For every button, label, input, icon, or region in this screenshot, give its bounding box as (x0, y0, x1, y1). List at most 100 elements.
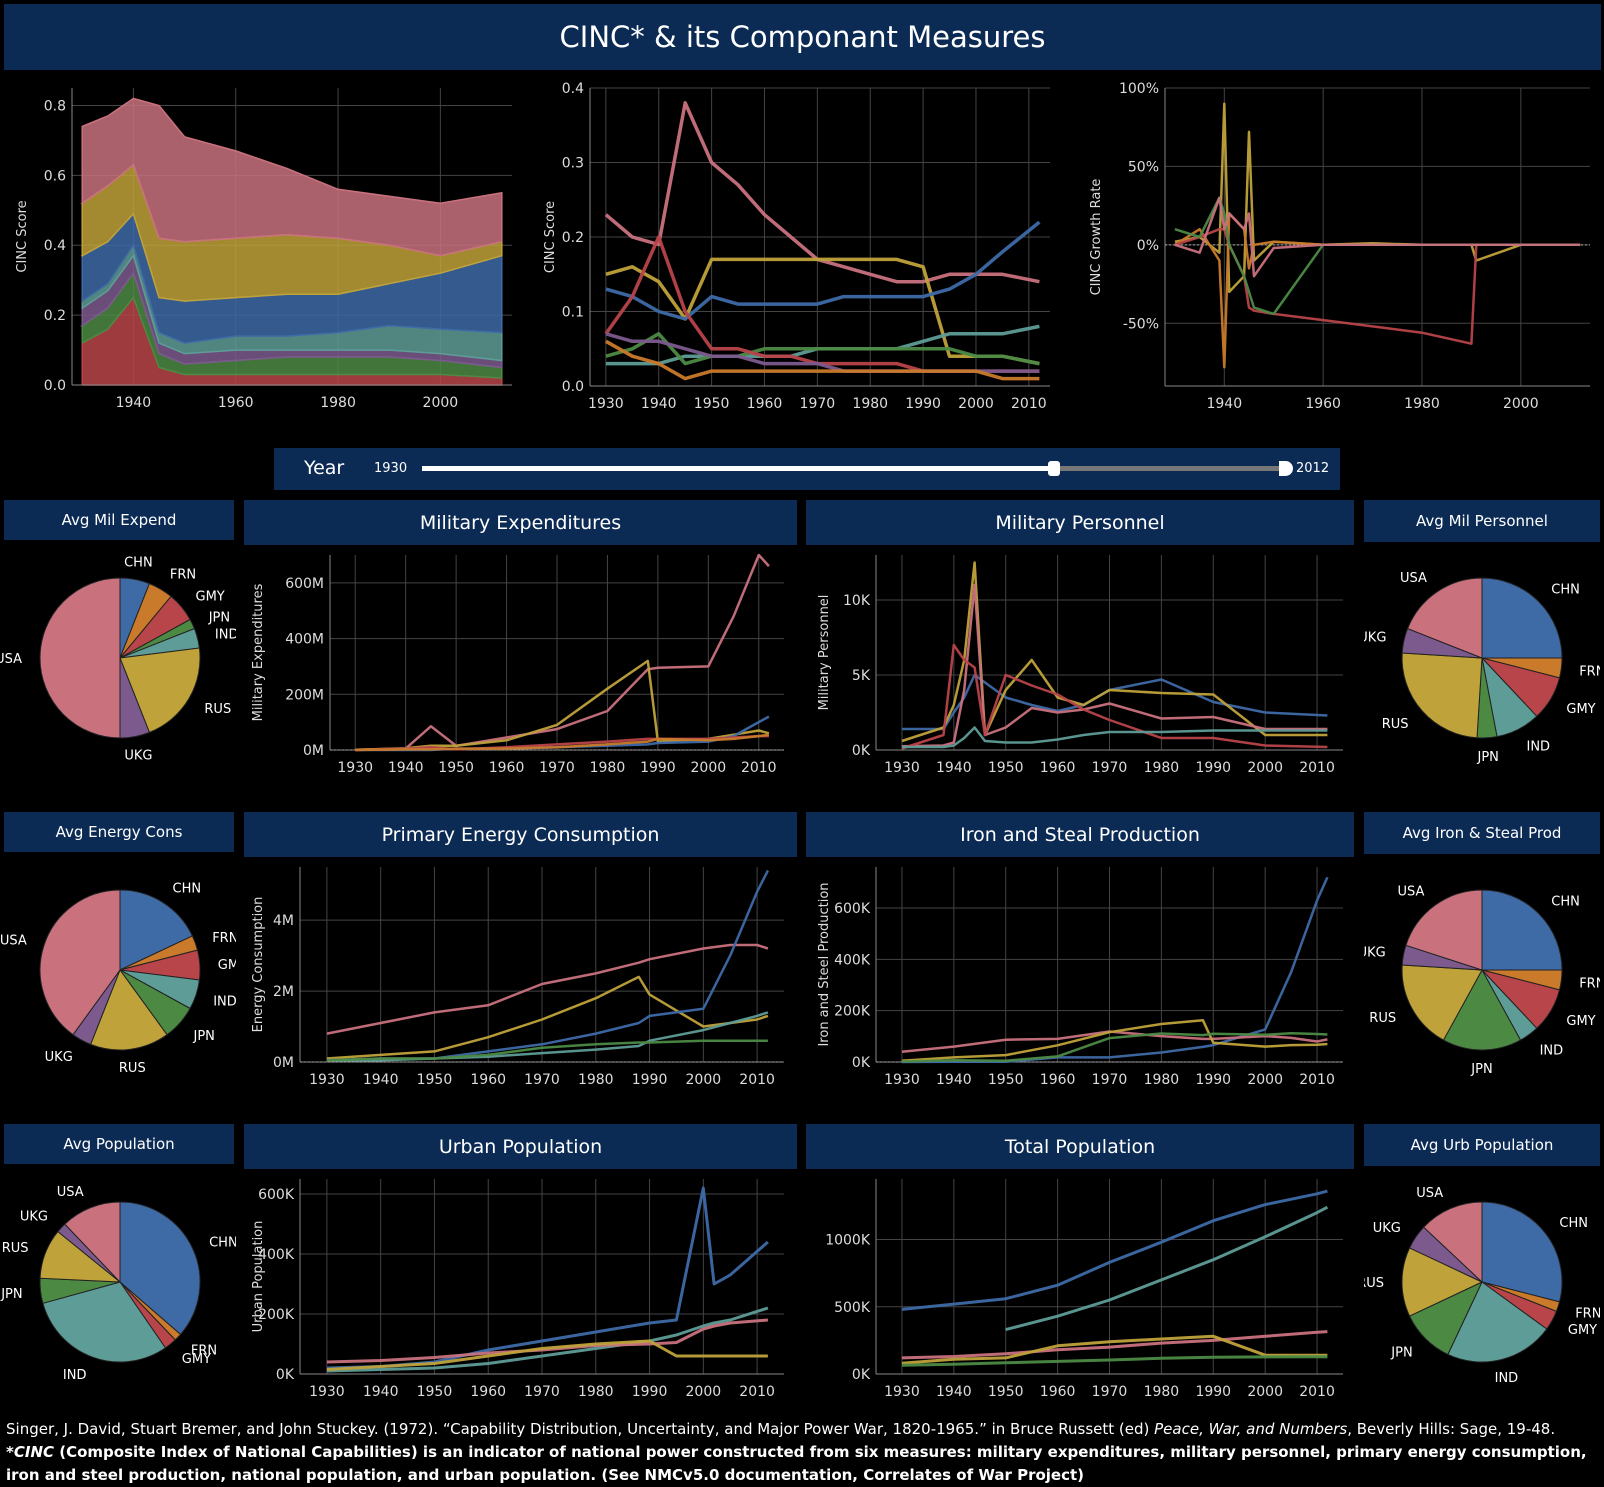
pie-label-jpn: JPN (0, 1287, 22, 1302)
urban-pop-chart: 1930 1940 1950 1960 1970 1980 1990 2000 20100K20… (251, 1179, 784, 1400)
dashboard-title: CINC* & its Componant Measures (4, 4, 1601, 70)
pie-label-rus: RUS (119, 1061, 146, 1076)
pie-label-chn: CHN (1551, 583, 1580, 598)
mil-expend-chart: 1930 1940 1950 1960 1970 1980 1990 2000 2010 0M 20… (251, 553, 784, 776)
x-tick-label: 2010 (1299, 760, 1335, 776)
x-tick-label: 2000 (423, 395, 459, 411)
y-tick-label: -50% (1123, 316, 1159, 332)
y-axis-title: Iron and Steel Production (817, 882, 832, 1046)
pie-label-usa: USA (1416, 1186, 1443, 1201)
x-tick-label: 1980 (852, 396, 888, 412)
x-tick-label: 1990 (632, 1384, 668, 1400)
x-tick-label: 2000 (1247, 1072, 1283, 1088)
pie-label-gmy: GMY (218, 958, 236, 973)
year-slider-handle-end[interactable] (1279, 461, 1293, 476)
year-slider-handle-start[interactable] (1048, 461, 1061, 476)
pie-slice-chn (1481, 577, 1563, 659)
y-tick-label: 2M (273, 984, 294, 1000)
pie-title-urb: Avg Urb Population (1364, 1124, 1600, 1166)
y-tick-label: 0K (852, 743, 871, 759)
x-tick-label: 1940 (1206, 396, 1242, 412)
pie-label-rus: RUS (1369, 1011, 1396, 1026)
x-tick-label: 1950 (694, 396, 730, 412)
pie-slice-chn (1481, 889, 1563, 971)
y-tick-label: 0.0 (44, 378, 66, 394)
series-line-rus (1174, 102, 1581, 294)
pie-label-jpn: JPN (193, 1029, 215, 1044)
pie-title-mil-expend: Avg Mil Expend (4, 500, 234, 540)
x-tick-label: 1930 (309, 1072, 345, 1088)
series-line-chn (901, 1189, 1328, 1311)
x-tick-label: 1960 (747, 396, 783, 412)
year-slider-label: Year (304, 457, 345, 479)
x-tick-label: 1930 (588, 396, 624, 412)
y-tick-label: 500K (834, 1300, 871, 1316)
y-tick-label: 100% (1119, 81, 1159, 97)
x-tick-label: 1960 (218, 395, 254, 411)
cinc-stacked-area-chart: 1940 1960 1980 2000 0.0 0.2 0.4 0.6 0.8 CINC Scor… (15, 88, 512, 411)
footer-line-1: Singer, J. David, Stuart Bremer, and Joh… (6, 1420, 1556, 1438)
x-tick-label: 1960 (1040, 1072, 1076, 1088)
y-tick-label: 600M (285, 576, 324, 592)
x-tick-label: 1980 (320, 395, 356, 411)
cinc-growth-chart: 1940 1960 1980 2000 -50% 0% 50% 100% CINC Growth… (1089, 81, 1590, 412)
y-tick-label: 5K (852, 668, 871, 684)
year-slider-max-label: 2012 (1296, 461, 1330, 476)
y-tick-label: 600K (258, 1187, 295, 1203)
chart-title-iron: Iron and Steal Production (806, 812, 1354, 857)
pie-mil-personnel: CHN FRN GMY IND JPN RUS UKG USA (1364, 571, 1600, 765)
y-tick-label: 0% (1137, 238, 1159, 254)
x-tick-label: 1930 (884, 760, 920, 776)
x-tick-label: 1990 (1195, 760, 1231, 776)
pie-title-pop: Avg Population (4, 1124, 234, 1164)
x-tick-label: 1980 (1144, 760, 1180, 776)
x-tick-label: 2000 (1503, 396, 1539, 412)
y-axis-title: Energy Consumption (251, 897, 266, 1033)
pie-label-rus: RUS (204, 702, 231, 717)
x-tick-label: 1970 (1092, 1072, 1128, 1088)
x-tick-label: 2000 (686, 1072, 722, 1088)
x-tick-label: 2010 (1299, 1072, 1335, 1088)
pie-urban-pop: CHN FRN GMY IND JPN RUS UKG USA (1364, 1186, 1600, 1386)
x-tick-label: 1980 (578, 1384, 614, 1400)
pie-mil-expend: CHN FRNGMY JPN IND RUS UKG USA (0, 556, 236, 764)
pie-label-usa: USA (57, 1185, 84, 1200)
series-line-ind (1005, 1205, 1329, 1332)
x-tick-label: 1960 (1040, 1384, 1076, 1400)
pie-label-gmy: GMY (196, 590, 225, 605)
y-tick-label: 10K (843, 593, 871, 609)
x-tick-label: 1970 (1092, 760, 1128, 776)
y-tick-label: 0M (303, 743, 324, 759)
iron-chart: 1930 1940 1950 1960 1970 1980 1990 2000 2010 0K 20… (817, 867, 1343, 1088)
pie-label-ind: IND (1495, 1371, 1519, 1386)
y-tick-label: 0K (852, 1055, 871, 1071)
chart-title-mil-expend: Military Expenditures (244, 500, 797, 545)
x-tick-label: 1940 (363, 1072, 399, 1088)
x-tick-label: 2010 (741, 760, 777, 776)
y-tick-label: 0M (273, 1055, 294, 1071)
pie-label-chn: CHN (173, 881, 202, 896)
pie-iron: CHN FRN GMYIND JPN RUS UKG USA (1364, 885, 1600, 1077)
chart-title-urban: Urban Population (244, 1124, 797, 1169)
y-axis-title: Military Personnel (817, 595, 832, 711)
x-tick-label: 1960 (1305, 396, 1341, 412)
series-line-ukg (605, 332, 1040, 373)
pie-label-ukg: UKG (124, 748, 152, 763)
x-tick-label: 1940 (116, 395, 152, 411)
pie-energy: CHN FRN GMY IND JPN RUS UKG USA (0, 881, 236, 1076)
x-tick-label: 1950 (988, 1384, 1024, 1400)
series-line-usa (1174, 196, 1581, 278)
x-tick-label: 1940 (388, 760, 424, 776)
x-tick-label: 1990 (632, 1072, 668, 1088)
x-tick-label: 2000 (686, 1384, 722, 1400)
energy-chart: 1930 1940 1950 1960 1970 1980 1990 2000 2010 0M 2M… (251, 867, 784, 1088)
x-tick-label: 1960 (470, 1072, 506, 1088)
x-tick-label: 2000 (691, 760, 727, 776)
pie-label-ukg: UKG (45, 1050, 73, 1065)
pie-label-jpn: JPN (1470, 1062, 1492, 1077)
x-tick-label: 1970 (524, 1072, 560, 1088)
mil-personnel-chart: 1930 1940 1950 1960 1970 1980 1990 2000 2010 0K 5K… (817, 555, 1343, 776)
y-tick-label: 0.6 (44, 168, 66, 184)
x-tick-label: 1940 (936, 1072, 972, 1088)
y-axis-title: CINC Score (15, 200, 30, 272)
